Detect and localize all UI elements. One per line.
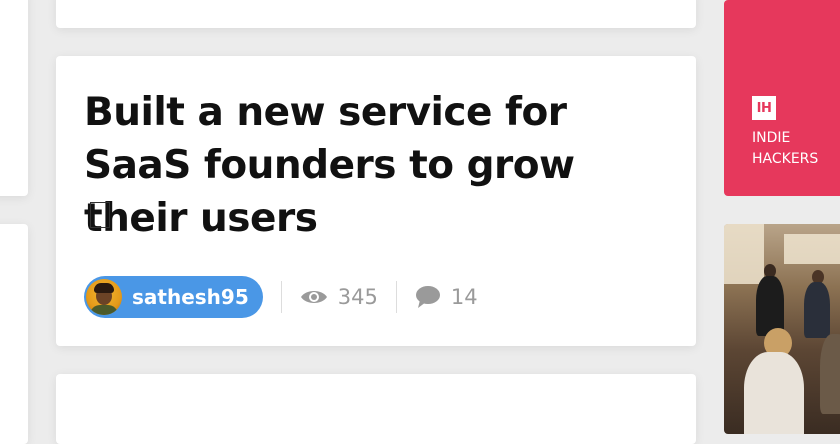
author-link[interactable]: sathesh95: [84, 276, 263, 318]
eye-icon: [300, 291, 327, 303]
sponsor-name: INDIE HACKERS: [752, 130, 819, 167]
left-column-card: [0, 224, 28, 444]
speech-bubble-icon: [415, 286, 440, 308]
missing-emoji-glyph: [90, 202, 110, 228]
indie-hackers-sponsor-card[interactable]: IH INDIE HACKERS: [724, 0, 840, 196]
author-name: sathesh95: [132, 285, 249, 309]
post-card[interactable]: Built a new service for SaaS founders to…: [56, 56, 696, 346]
view-count-value: 345: [337, 285, 378, 309]
post-card-next[interactable]: [56, 374, 696, 444]
indie-hackers-logo: IH: [752, 96, 776, 120]
comment-count[interactable]: 14: [415, 285, 478, 309]
divider: [280, 281, 282, 313]
post-title[interactable]: Built a new service for SaaS founders to…: [84, 86, 674, 245]
comment-count-value: 14: [450, 285, 478, 309]
divider: [395, 281, 397, 313]
view-count: 345: [300, 285, 378, 309]
post-card-previous[interactable]: [56, 0, 696, 28]
post-meta: sathesh95 345 14: [84, 276, 478, 318]
avatar: [86, 279, 122, 315]
sponsor-photo[interactable]: [724, 224, 840, 434]
left-column-card: [0, 0, 28, 196]
